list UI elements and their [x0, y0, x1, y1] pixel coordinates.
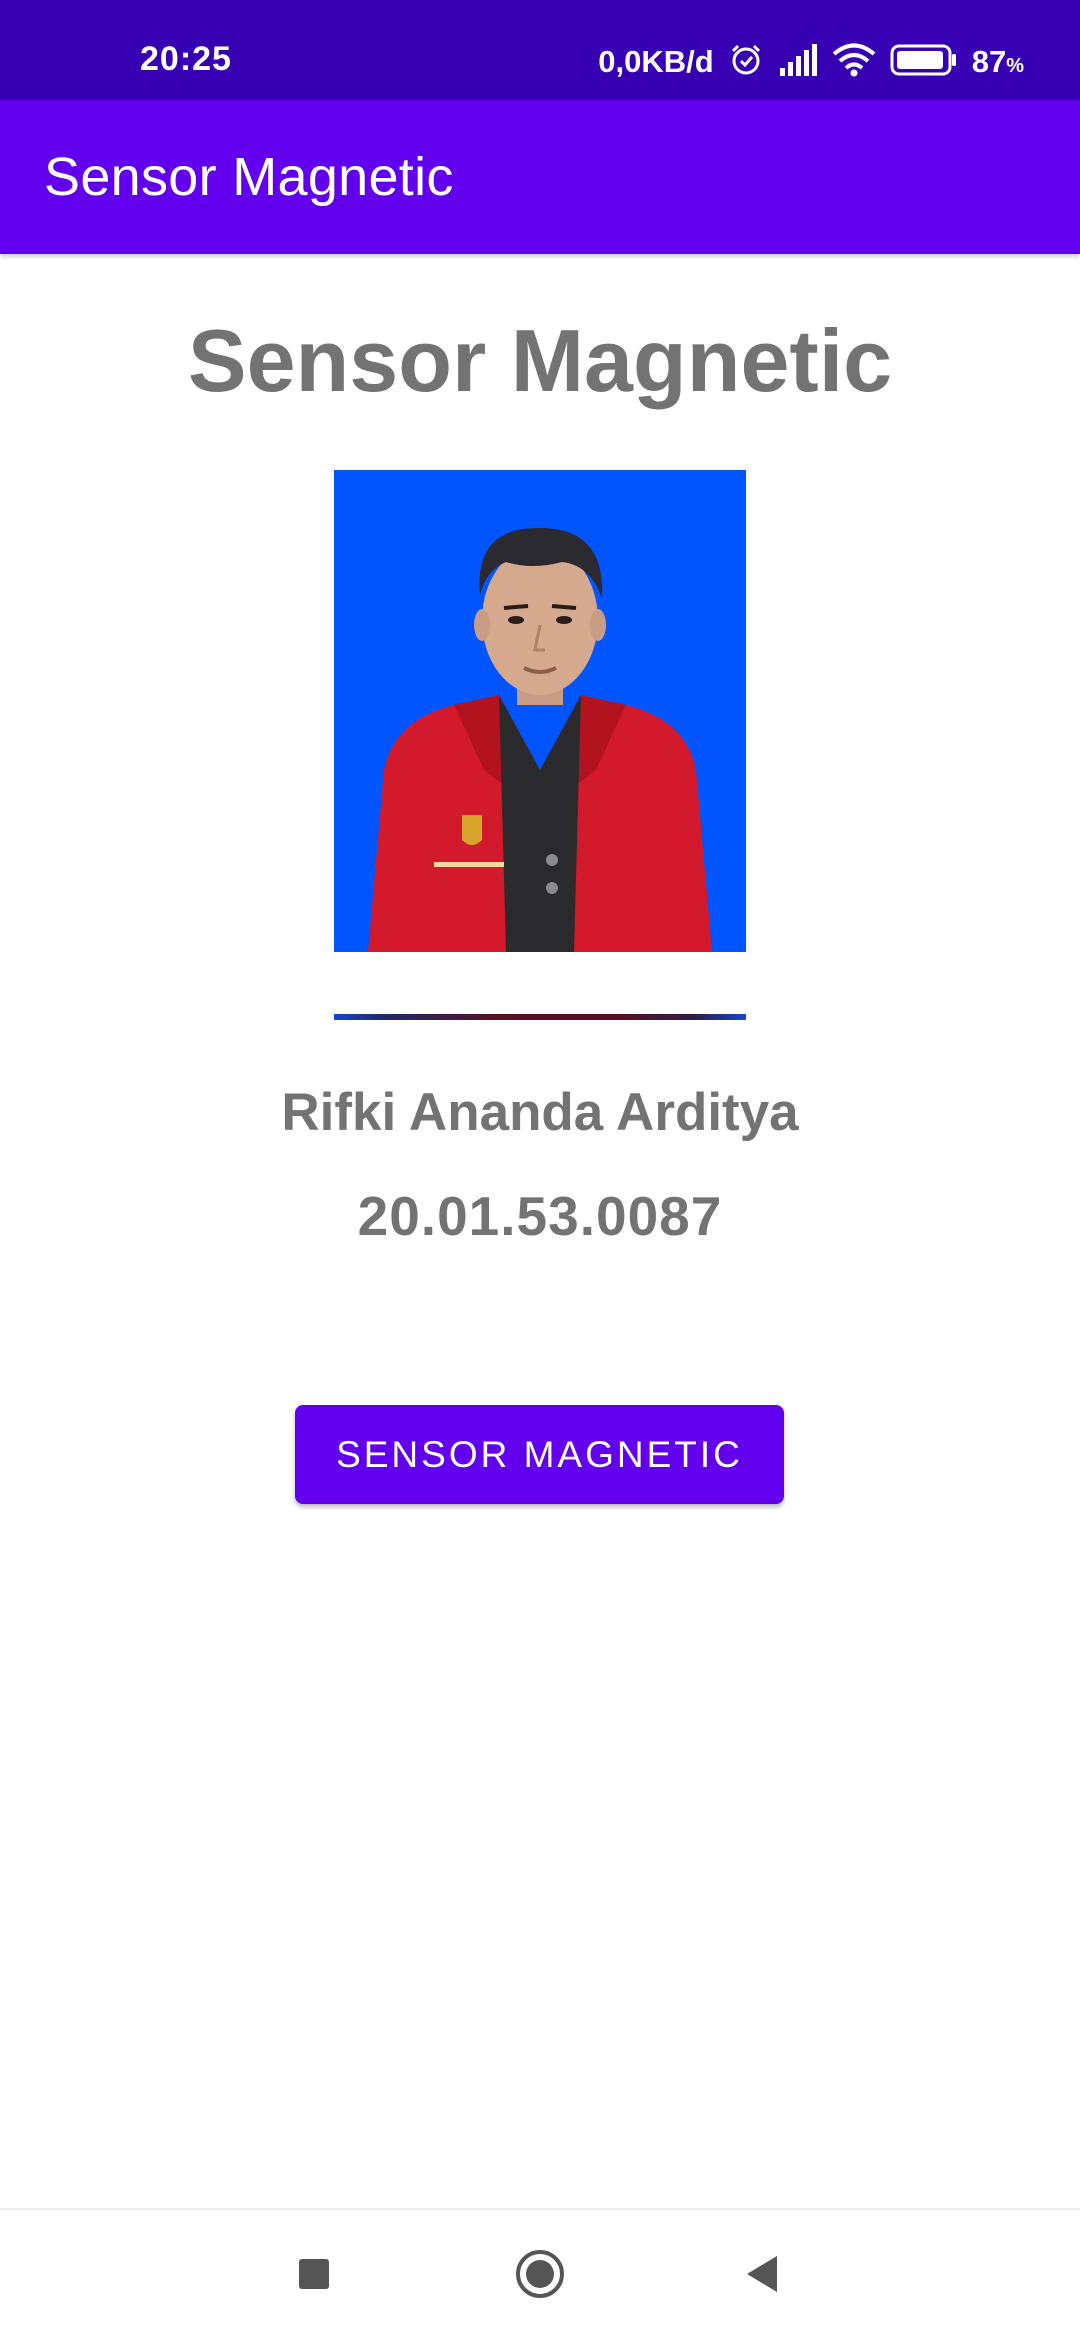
signal-icon	[778, 43, 818, 81]
app-bar-title: Sensor Magnetic	[44, 147, 454, 207]
alarm-icon	[728, 42, 764, 83]
battery-unit: %	[1006, 55, 1024, 77]
recents-button[interactable]	[282, 2244, 346, 2308]
navigation-bar	[0, 2208, 1080, 2340]
profile-photo	[334, 470, 746, 952]
back-icon	[743, 2254, 781, 2299]
home-icon	[514, 2248, 566, 2305]
divider-line	[334, 1014, 746, 1020]
home-button[interactable]	[508, 2244, 572, 2308]
status-time: 20:25	[140, 40, 232, 78]
status-indicators: 0,0KB/d 87%	[598, 40, 1024, 84]
app-bar: Sensor Magnetic	[0, 100, 1080, 254]
battery-percentage: 87%	[972, 44, 1024, 80]
recents-icon	[297, 2257, 331, 2296]
network-speed: 0,0KB/d	[598, 44, 714, 79]
status-bar: 20:25 0,0KB/d 87%	[0, 0, 1080, 100]
sensor-magnetic-button[interactable]: SENSOR MAGNETIC	[295, 1405, 784, 1504]
back-button[interactable]	[730, 2244, 794, 2308]
battery-value: 87	[971, 44, 1007, 79]
battery-icon	[890, 44, 958, 81]
student-id: 20.01.53.0087	[357, 1185, 723, 1247]
page-heading: Sensor Magnetic	[187, 311, 893, 410]
wifi-icon	[832, 43, 876, 82]
student-name: Rifki Ananda Arditya	[281, 1083, 799, 1142]
app-screen: 20:25 0,0KB/d 87% Sensor Magnetic Sensor…	[0, 0, 1080, 2340]
